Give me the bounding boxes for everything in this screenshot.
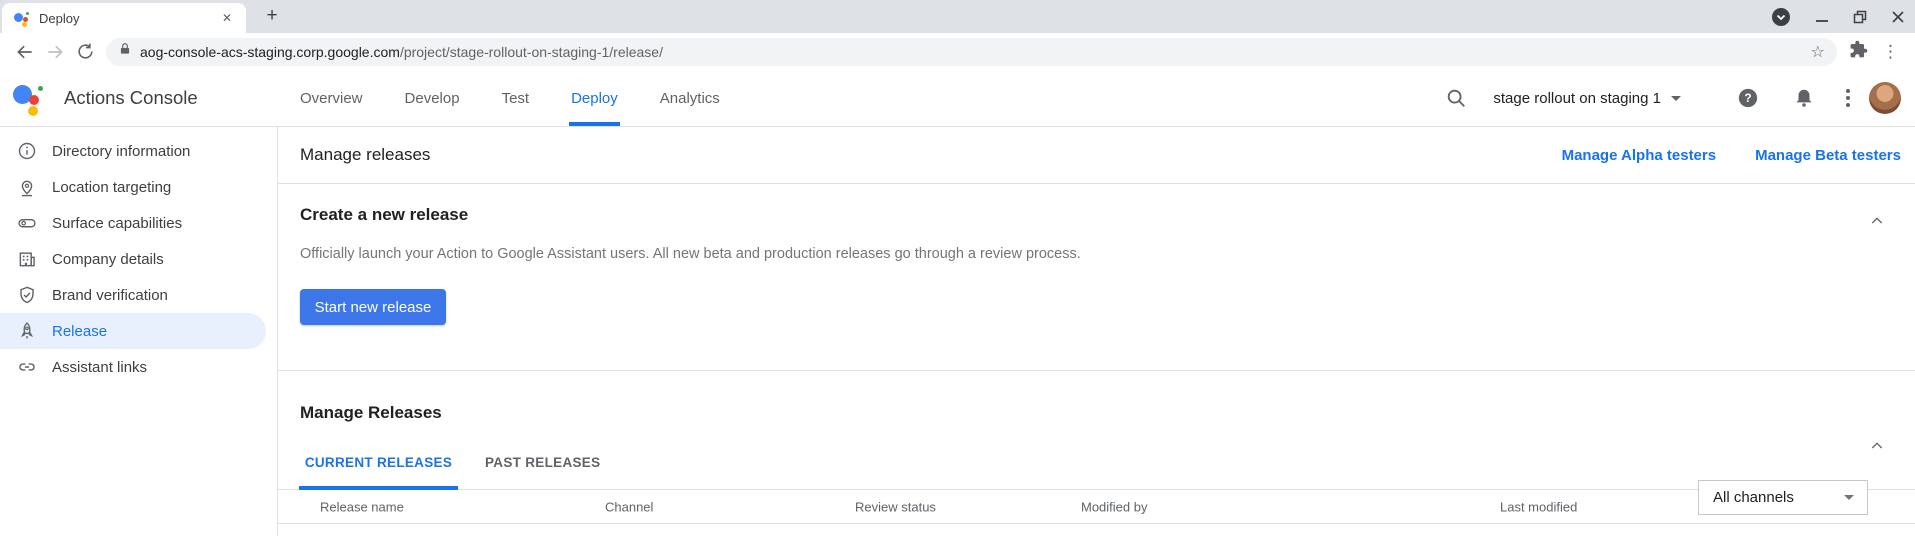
reload-button[interactable]	[70, 37, 100, 67]
assistant-favicon-icon	[14, 10, 30, 26]
sidebar-item-company-details[interactable]: Company details	[0, 241, 277, 277]
nav-deploy[interactable]: Deploy	[571, 70, 618, 126]
lock-icon[interactable]	[118, 41, 132, 62]
building-icon	[17, 249, 37, 269]
app-title: Actions Console	[64, 87, 198, 109]
sidebar-item-directory-information[interactable]: Directory information	[0, 133, 277, 169]
manage-beta-testers-link[interactable]: Manage Beta testers	[1755, 147, 1901, 164]
header-nav: Overview Develop Test Deploy Analytics	[300, 70, 720, 126]
forward-button[interactable]	[40, 37, 70, 67]
tab-title: Deploy	[39, 11, 218, 26]
sidebar-item-label: Directory information	[52, 143, 190, 160]
page-header: Manage releases Manage Alpha testers Man…	[278, 127, 1915, 184]
releases-table-header: Release name Channel Review status Modif…	[278, 490, 1915, 524]
tab-current-releases[interactable]: CURRENT RELEASES	[299, 435, 458, 489]
link-icon	[17, 357, 37, 377]
address-bar[interactable]: aog-console-acs-staging.corp.google.com/…	[106, 38, 1837, 66]
bookmark-star-icon[interactable]: ☆	[1811, 42, 1825, 61]
nav-test[interactable]: Test	[502, 70, 530, 126]
window-close-button[interactable]	[1891, 10, 1905, 24]
shield-check-icon	[17, 285, 37, 305]
project-selector-label: stage rollout on staging 1	[1493, 90, 1661, 107]
minimize-button[interactable]	[1815, 10, 1829, 24]
actions-on-google-logo	[10, 78, 50, 118]
releases-tabs: CURRENT RELEASES PAST RELEASES	[278, 435, 1915, 490]
svg-text:?: ?	[1744, 91, 1751, 105]
column-channel: Channel	[605, 499, 653, 514]
column-release-name: Release name	[320, 499, 404, 514]
notifications-bell-icon[interactable]	[1793, 87, 1815, 109]
collapse-create-section-chevron-up-icon[interactable]	[1869, 213, 1885, 229]
toggle-icon	[17, 213, 37, 233]
restore-button[interactable]	[1853, 10, 1867, 24]
browser-window: Deploy ✕ +	[0, 0, 1915, 536]
info-icon	[17, 141, 37, 161]
nav-overview[interactable]: Overview	[300, 70, 363, 126]
user-avatar[interactable]	[1869, 82, 1901, 114]
url-path: /project/stage-rollout-on-staging-1/rele…	[400, 44, 663, 60]
window-menu-icon[interactable]	[1771, 7, 1791, 27]
sidebar-item-location-targeting[interactable]: Location targeting	[0, 169, 277, 205]
nav-develop[interactable]: Develop	[405, 70, 460, 126]
browser-tab[interactable]: Deploy ✕	[2, 3, 246, 33]
column-modified-by: Modified by	[1081, 499, 1147, 514]
create-release-section: Create a new release Officially launch y…	[278, 184, 1915, 371]
extensions-puzzle-icon[interactable]	[1849, 40, 1868, 64]
column-last-modified: Last modified	[1500, 499, 1577, 514]
create-release-title: Create a new release	[300, 205, 1915, 225]
sidebar-item-label: Release	[52, 323, 107, 340]
sidebar-item-surface-capabilities[interactable]: Surface capabilities	[0, 205, 277, 241]
console-header: Actions Console Overview Develop Test De…	[0, 70, 1915, 127]
sidebar-item-label: Location targeting	[52, 179, 171, 196]
main-content: Manage releases Manage Alpha testers Man…	[278, 127, 1915, 536]
search-icon[interactable]	[1445, 87, 1467, 109]
browser-toolbar: aog-console-acs-staging.corp.google.com/…	[0, 33, 1915, 70]
sidebar-item-label: Assistant links	[52, 359, 147, 376]
url-domain: aog-console-acs-staging.corp.google.com	[140, 44, 400, 60]
new-tab-button[interactable]: +	[258, 3, 286, 31]
tester-links: Manage Alpha testers Manage Beta testers	[1562, 147, 1901, 164]
console-body: Directory information Location targeting…	[0, 127, 1915, 536]
sidebar: Directory information Location targeting…	[0, 127, 278, 536]
header-right-cluster: stage rollout on staging 1 ?	[1445, 70, 1901, 126]
tab-close-icon[interactable]: ✕	[218, 9, 236, 27]
page-title: Manage releases	[300, 145, 430, 165]
sidebar-item-label: Company details	[52, 251, 164, 268]
sidebar-item-assistant-links[interactable]: Assistant links	[0, 349, 277, 385]
manage-releases-title: Manage Releases	[300, 403, 1915, 423]
collapse-releases-section-chevron-up-icon[interactable]	[1869, 438, 1885, 454]
location-pin-icon	[17, 177, 37, 197]
manage-alpha-testers-link[interactable]: Manage Alpha testers	[1562, 147, 1717, 164]
sidebar-item-release[interactable]: Release	[0, 313, 266, 349]
chevron-down-icon	[1671, 96, 1681, 101]
sidebar-item-brand-verification[interactable]: Brand verification	[0, 277, 277, 313]
back-button[interactable]	[10, 37, 40, 67]
column-review-status: Review status	[855, 499, 936, 514]
sidebar-item-label: Brand verification	[52, 287, 168, 304]
manage-releases-section: Manage Releases CURRENT RELEASES PAST RE…	[278, 403, 1915, 524]
create-release-description: Officially launch your Action to Google …	[300, 246, 1915, 262]
sidebar-item-label: Surface capabilities	[52, 215, 182, 232]
start-new-release-button[interactable]: Start new release	[300, 289, 446, 325]
nav-analytics[interactable]: Analytics	[660, 70, 720, 126]
browser-tab-strip: Deploy ✕ +	[0, 0, 1915, 33]
rocket-icon	[17, 321, 37, 341]
overflow-menu-icon[interactable]	[1845, 88, 1851, 108]
project-selector[interactable]: stage rollout on staging 1	[1493, 90, 1681, 107]
browser-menu-icon[interactable]: ⋮	[1882, 42, 1899, 62]
help-icon[interactable]: ?	[1737, 87, 1759, 109]
tab-past-releases[interactable]: PAST RELEASES	[470, 435, 615, 489]
url-text: aog-console-acs-staging.corp.google.com/…	[140, 44, 1811, 60]
